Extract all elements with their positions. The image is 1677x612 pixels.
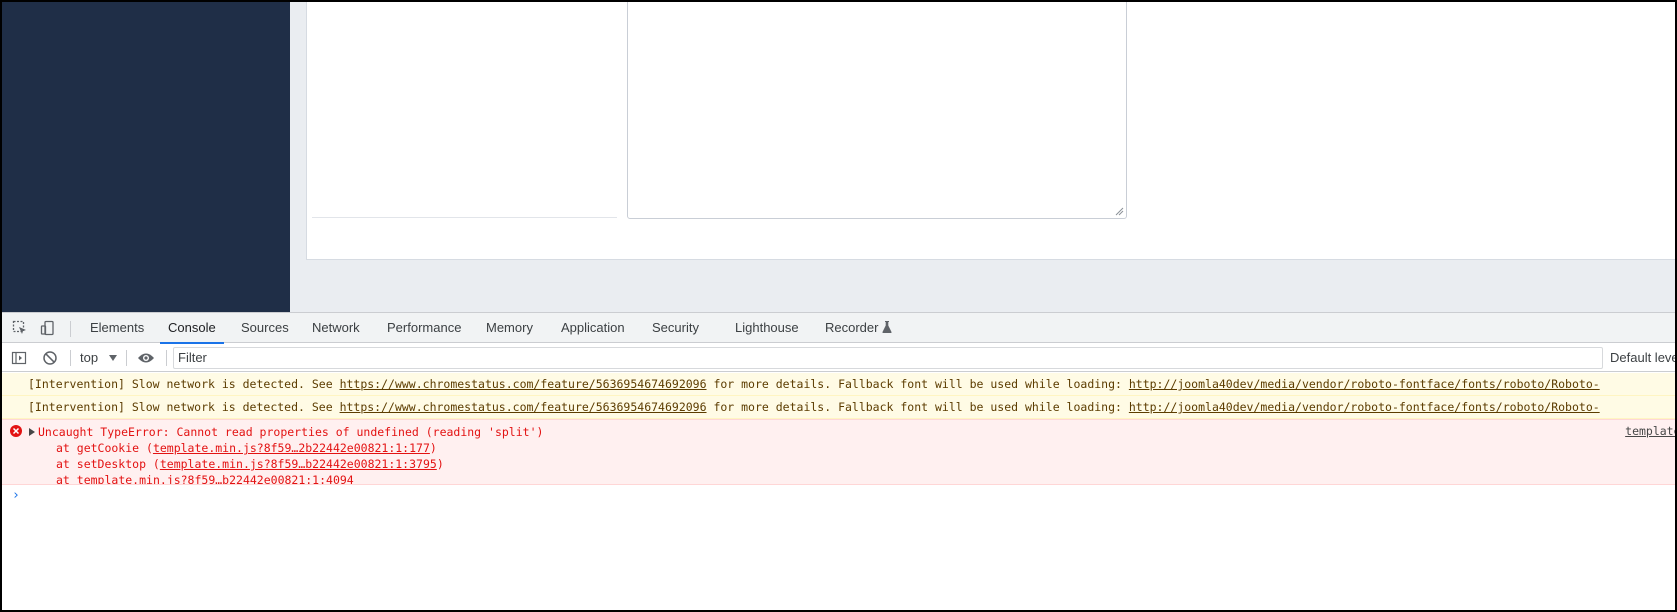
error-message: Uncaught TypeError: Cannot read properti… <box>38 425 544 439</box>
context-label: top <box>80 350 99 365</box>
context-selector[interactable]: top <box>80 349 118 367</box>
devtools-tabbar: Elements Console Sources Network Perform… <box>2 313 1675 344</box>
warning-prefix: [Intervention] Slow network is detected.… <box>28 400 340 414</box>
textarea-field[interactable] <box>627 2 1127 219</box>
font-url-link[interactable]: http://joomla40dev/media/vendor/roboto-f… <box>1129 400 1600 414</box>
console-error: Uncaught TypeError: Cannot read properti… <box>2 419 1675 485</box>
warning-middle: for more details. Fallback font will be … <box>706 400 1129 414</box>
tab-application[interactable]: Application <box>561 313 625 343</box>
stack-frame: at setDesktop (template.min.js?8f59…b224… <box>38 456 1675 472</box>
inspect-element-icon[interactable] <box>10 318 30 338</box>
toolbar-separator <box>126 350 127 366</box>
chromestatus-link[interactable]: https://www.chromestatus.com/feature/563… <box>340 400 707 414</box>
tab-security[interactable]: Security <box>652 313 699 343</box>
tab-lighthouse[interactable]: Lighthouse <box>735 313 799 343</box>
error-source-link[interactable]: template.min.js <box>1625 424 1675 438</box>
stack-frame-prefix: at getCookie ( <box>56 441 153 455</box>
filter-input[interactable]: Filter <box>173 347 1603 369</box>
stack-frame: at template.min.js?8f59…b22442e00821:1:4… <box>38 472 1675 485</box>
clear-console-icon[interactable] <box>40 348 60 368</box>
stack-frame-prefix: at setDesktop ( <box>56 457 160 471</box>
console-warning: [Intervention] Slow network is detected.… <box>2 373 1675 396</box>
chromestatus-link[interactable]: https://www.chromestatus.com/feature/563… <box>340 377 707 391</box>
toolbar-separator <box>70 350 71 366</box>
stack-frame-suffix: ) <box>429 441 437 455</box>
live-expression-eye-icon[interactable] <box>136 348 156 368</box>
stack-frame-suffix: ) <box>436 457 444 471</box>
console-warning: [Intervention] Slow network is detected.… <box>2 396 1675 419</box>
stack-frame-prefix: at <box>56 473 77 485</box>
field-divider <box>312 217 617 218</box>
font-url-link[interactable]: http://joomla40dev/media/vendor/roboto-f… <box>1129 377 1600 391</box>
show-sidebar-icon[interactable] <box>9 348 29 368</box>
resize-grip-icon[interactable] <box>1114 206 1124 216</box>
console-toolbar: top Filter Default levels <box>2 344 1675 372</box>
prompt-chevron-icon: › <box>12 488 20 503</box>
experimental-flask-icon <box>882 321 893 333</box>
expand-caret-icon[interactable] <box>29 428 35 436</box>
tab-memory[interactable]: Memory <box>486 313 533 343</box>
tab-console[interactable]: Console <box>160 313 224 344</box>
console-output: [Intervention] Slow network is detected.… <box>2 373 1675 507</box>
stack-frame-link[interactable]: template.min.js?8f59…b22442e00821:1:3795 <box>160 457 437 471</box>
console-prompt[interactable]: › <box>2 485 1675 507</box>
device-toolbar-icon[interactable] <box>38 318 58 338</box>
tab-elements[interactable]: Elements <box>90 313 144 343</box>
tab-recorder-label: Recorder <box>825 320 879 335</box>
toolbar-separator <box>166 350 167 366</box>
warning-prefix: [Intervention] Slow network is detected.… <box>28 377 340 391</box>
stack-frame: at getCookie (template.min.js?8f59…2b224… <box>38 440 1675 456</box>
admin-sidebar <box>2 2 290 312</box>
error-icon <box>10 425 22 437</box>
tab-sources[interactable]: Sources <box>241 313 289 343</box>
page-viewport <box>2 2 1675 312</box>
devtools-panel: Elements Console Sources Network Perform… <box>2 312 1675 610</box>
stack-frame-link[interactable]: template.min.js?8f59…b22442e00821:1:4094 <box>77 473 354 484</box>
tab-recorder[interactable]: Recorder <box>825 313 893 343</box>
dropdown-arrow-icon <box>108 355 117 361</box>
log-levels-dropdown[interactable]: Default levels <box>1610 349 1675 367</box>
toolbar-separator <box>70 321 71 337</box>
tab-performance[interactable]: Performance <box>387 313 461 343</box>
screenshot-frame: Elements Console Sources Network Perform… <box>0 0 1677 612</box>
warning-middle: for more details. Fallback font will be … <box>706 377 1129 391</box>
tab-network[interactable]: Network <box>312 313 360 343</box>
stack-frame-link[interactable]: template.min.js?8f59…2b22442e00821:1:177 <box>153 441 430 455</box>
